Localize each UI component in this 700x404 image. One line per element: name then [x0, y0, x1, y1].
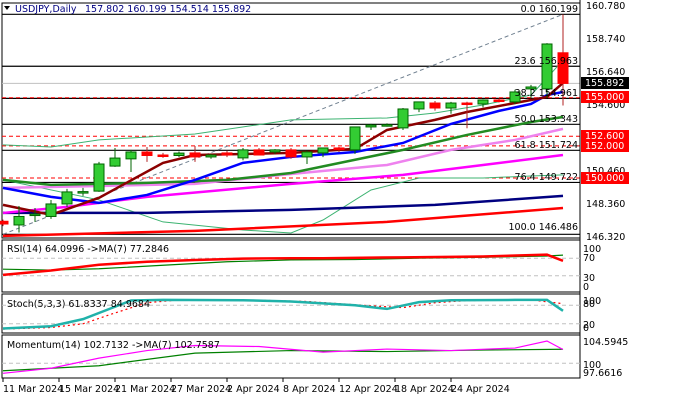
y-tick-label: 160.780: [586, 1, 625, 12]
rsi-tick: 0: [583, 282, 589, 293]
level-label: 155.000: [585, 92, 624, 103]
x-tick-label: 24 Apr 2024: [451, 384, 510, 395]
bullish-candle: [317, 147, 329, 154]
price-chart[interactable]: USDJPY,Daily 157.802 160.199 154.514 155…: [0, 0, 700, 400]
x-tick-label: 15 Mar 2024: [59, 384, 119, 395]
bearish-candle: [0, 220, 9, 225]
momentum-tick: 97.6616: [583, 368, 622, 379]
fib-label: 38.2 154.961: [515, 88, 578, 99]
bullish-candle: [93, 163, 105, 192]
bullish-candle: [173, 152, 185, 156]
bullish-candle: [445, 102, 457, 109]
fib-label: 61.8 151.724: [515, 140, 578, 151]
bearish-candle: [157, 154, 169, 158]
bearish-candle: [333, 147, 345, 150]
bearish-candle: [493, 99, 505, 102]
momentum-label: Momentum(14) 102.7132 ->MA(7) 102.7587: [7, 340, 220, 351]
bearish-candle: [461, 102, 473, 106]
bullish-candle: [365, 124, 377, 128]
bullish-candle: [13, 215, 25, 226]
bullish-candle: [109, 157, 121, 167]
bullish-candle: [301, 151, 313, 158]
stoch-label: Stoch(5,3,3) 61.8337 84.9684: [7, 299, 150, 310]
bearish-candle: [141, 151, 153, 156]
bullish-candle: [413, 101, 425, 110]
x-tick-label: 18 Apr 2024: [395, 384, 454, 395]
ohlc-label: 157.802 160.199 154.514 155.892: [85, 4, 251, 15]
fib-label: 23.6 156.963: [515, 56, 578, 67]
x-tick-label: 11 Mar 2024: [3, 384, 63, 395]
bullish-candle: [45, 203, 57, 217]
stoch-tick: 80: [583, 299, 595, 310]
x-tick-label: 27 Mar 2024: [171, 384, 231, 395]
rsi-label: RSI(14) 64.0996 ->MA(7) 77.2846: [7, 244, 169, 255]
x-tick-label: 21 Mar 2024: [115, 384, 175, 395]
momentum-tick: 104.5945: [583, 337, 628, 348]
x-tick-label: 12 Apr 2024: [339, 384, 398, 395]
bullish-candle: [477, 99, 489, 105]
bullish-candle: [349, 126, 361, 151]
y-tick-label: 148.360: [586, 199, 625, 210]
bearish-candle: [221, 152, 233, 156]
bearish-candle: [285, 149, 297, 158]
symbol-label: USDJPY,Daily: [15, 4, 77, 15]
bullish-candle: [77, 191, 89, 194]
bullish-candle: [269, 149, 281, 153]
rsi-tick: 70: [583, 253, 595, 264]
current-price-label: 155.892: [585, 78, 624, 89]
bullish-candle: [61, 191, 73, 205]
fib-label: 76.4 149.722: [515, 172, 578, 183]
bullish-candle: [205, 154, 217, 158]
bullish-candle: [125, 151, 137, 160]
bullish-candle: [397, 108, 409, 129]
bearish-candle: [189, 152, 201, 158]
level-label: 152.000: [585, 141, 624, 152]
x-tick-label: 8 Apr 2024: [283, 384, 336, 395]
bearish-candle: [429, 102, 441, 109]
stoch-tick: 0: [583, 323, 589, 334]
fib-label: 0.0 160.199: [521, 4, 578, 15]
bullish-candle: [29, 213, 41, 217]
bullish-candle: [381, 124, 393, 127]
y-tick-label: 146.320: [586, 232, 625, 243]
fib-label: 50.0 153.343: [515, 114, 578, 125]
bearish-candle: [253, 149, 265, 156]
x-tick-label: 2 Apr 2024: [227, 384, 280, 395]
y-tick-label: 158.740: [586, 34, 625, 45]
bullish-candle: [237, 149, 249, 159]
level-label: 150.000: [585, 173, 624, 184]
y-tick-label: 156.640: [586, 67, 625, 78]
fib-label: 100.0 146.486: [508, 222, 578, 233]
